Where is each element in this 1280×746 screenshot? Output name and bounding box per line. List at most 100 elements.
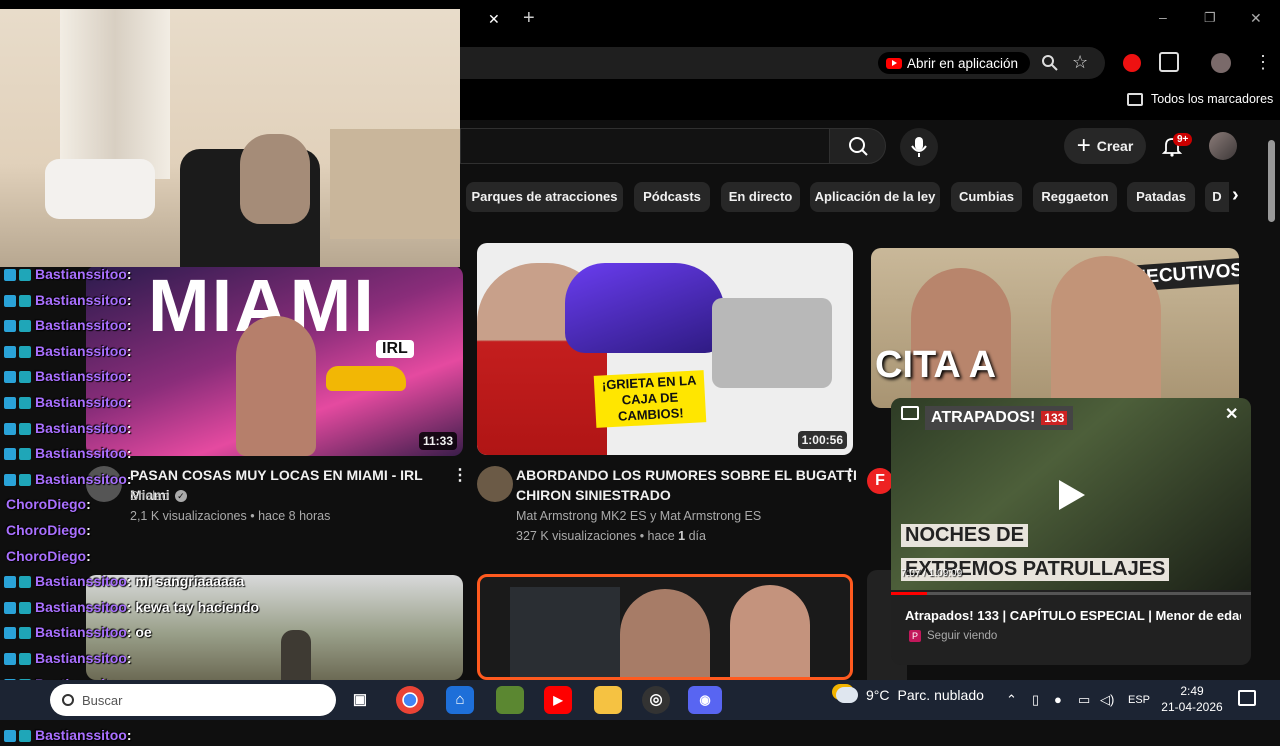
view-count: 327 K visualizaciones <box>516 529 637 543</box>
cloud-sun-icon <box>836 687 858 703</box>
bookmark-star-icon[interactable]: ☆ <box>1072 52 1088 73</box>
video-thumbnail-bugatti[interactable]: ¡GRIETA EN LA CAJA DE CAMBIOS! 1:00:56 <box>477 243 853 455</box>
all-bookmarks-button[interactable]: Todos los marcadores <box>1127 92 1273 106</box>
video-title-line2[interactable]: CHIRON SINIESTRADO <box>516 485 836 505</box>
search-button[interactable] <box>829 128 886 164</box>
account-avatar[interactable] <box>1209 132 1237 160</box>
profile-avatar[interactable] <box>1211 53 1231 73</box>
new-tab-button[interactable]: + <box>523 7 535 30</box>
clock[interactable]: 2:49 21-04-2026 <box>1160 683 1224 715</box>
notification-count-badge: 9+ <box>1173 133 1193 146</box>
chip-patadas[interactable]: Patadas <box>1127 182 1195 212</box>
chat-badge-icon <box>19 602 31 615</box>
chat-text: : <box>126 445 132 461</box>
language-indicator[interactable]: ESP <box>1128 690 1150 710</box>
tray-network-icon[interactable]: ▭ <box>1078 690 1090 710</box>
chat-username: Bastianssitoo <box>35 394 127 410</box>
browser-menu-icon[interactable]: ⋮ <box>1254 52 1272 72</box>
chip-parques[interactable]: Parques de atracciones <box>466 182 623 212</box>
tray-chevron-icon[interactable]: ⌃ <box>1006 690 1017 710</box>
chip-cumbias[interactable]: Cumbias <box>951 182 1022 212</box>
miniplayer-video[interactable]: ATRAPADOS! 133 ✕ NOCHES DE EXTREMOS PATR… <box>891 398 1251 590</box>
purple-car <box>565 263 725 353</box>
expand-icon[interactable] <box>901 406 919 420</box>
window-close-button[interactable]: ✕ <box>1250 10 1262 27</box>
chips-next-arrow-icon[interactable]: › <box>1232 184 1239 207</box>
voice-search-button[interactable] <box>900 128 938 166</box>
chat-message: Bastianssitoo: oe <box>4 621 152 643</box>
irl-badge: IRL <box>376 340 414 358</box>
file-explorer-icon[interactable] <box>594 686 622 714</box>
extension-red-icon[interactable] <box>1123 54 1141 72</box>
channel-avatar-ejecutivos[interactable]: F <box>867 468 893 494</box>
minimize-button[interactable]: – <box>1159 9 1167 25</box>
tray-mic-icon[interactable]: ● <box>1054 690 1062 710</box>
chip-en-directo[interactable]: En directo <box>721 182 800 212</box>
curtain <box>60 9 170 179</box>
chat-text: : <box>126 471 132 487</box>
plus-icon: + <box>1076 132 1091 159</box>
discord-icon[interactable]: ◉ <box>688 686 722 714</box>
chip-aplicacion-ley[interactable]: Aplicación de la ley <box>810 182 940 212</box>
channel-name[interactable]: Shelao <box>130 487 169 505</box>
man-left <box>911 268 1011 408</box>
thumbnail-mid-text: CITA A <box>875 344 997 386</box>
youtube-app-icon[interactable]: ▶ <box>544 686 572 714</box>
tray-volume-icon[interactable]: ◁) <box>1100 690 1114 710</box>
video-menu-icon[interactable]: ⋮ <box>842 467 858 485</box>
continue-watching-row[interactable]: P Seguir viendo <box>909 630 997 642</box>
chat-username: Bastianssitoo <box>35 266 127 282</box>
channel-name[interactable]: Mat Armstrong MK2 ES y Mat Armstrong ES <box>516 507 761 525</box>
channel-avatar-mat[interactable] <box>477 466 513 502</box>
pillow <box>45 159 155 219</box>
chat-username: Bastianssitoo <box>35 368 127 384</box>
miniplayer-close-button[interactable]: ✕ <box>1225 404 1238 424</box>
video-thumbnail-ejecutivos[interactable]: EJECUTIVOS CITA A <box>871 248 1239 408</box>
miniplayer-progress-track[interactable] <box>891 592 1251 595</box>
restore-button[interactable]: ❐ <box>1204 10 1216 26</box>
tray-battery-icon[interactable]: ▯ <box>1032 690 1039 710</box>
channel-name-row[interactable]: Shelao ✓ <box>130 487 187 505</box>
chat-username: Bastianssitoo <box>35 650 127 666</box>
chat-text: : <box>126 317 132 333</box>
chat-username: Bastianssitoo <box>35 599 127 615</box>
create-button[interactable]: + Crear <box>1064 128 1146 164</box>
play-icon[interactable] <box>1059 480 1085 510</box>
chat-badge-icon <box>19 295 31 308</box>
extensions-puzzle-icon[interactable] <box>1159 52 1179 72</box>
minecraft-icon[interactable] <box>496 686 524 714</box>
chip-d[interactable]: D <box>1205 182 1229 212</box>
weather-temp: 9°C <box>866 687 890 703</box>
tab-close-button[interactable]: ✕ <box>488 11 500 28</box>
open-in-app-button[interactable]: Abrir en aplicación <box>878 52 1030 74</box>
notification-center-icon[interactable] <box>1238 690 1256 706</box>
miniplayer-title[interactable]: Atrapados! 133 | CAPÍTULO ESPECIAL | Men… <box>905 608 1241 623</box>
search-input[interactable] <box>460 128 830 164</box>
continue-label: Seguir viendo <box>927 630 998 642</box>
chat-badge-icon <box>19 320 31 333</box>
video-menu-icon[interactable]: ⋮ <box>452 467 468 485</box>
task-view-icon[interactable]: ▣ <box>346 686 374 714</box>
chip-podcasts[interactable]: Pódcasts <box>634 182 710 212</box>
chat-text: : <box>126 727 132 743</box>
clock-date: 21-04-2026 <box>1161 700 1223 714</box>
obs-icon[interactable]: ◎ <box>642 686 670 714</box>
chat-username: Bastianssitoo <box>35 445 127 461</box>
page-scrollbar[interactable] <box>1268 140 1275 222</box>
chrome-icon[interactable] <box>396 686 424 714</box>
chat-message: ChoroDiego: <box>6 545 91 567</box>
chip-reggaeton[interactable]: Reggaeton <box>1033 182 1117 212</box>
video-thumbnail-miami[interactable]: MIAMI IRL 11:33 <box>86 266 463 456</box>
chat-username: Bastianssitoo <box>35 727 127 743</box>
chat-text: : <box>126 368 132 384</box>
chat-badge-icon <box>4 602 16 615</box>
store-icon[interactable]: ⌂ <box>446 686 474 714</box>
chat-username: Bastianssitoo <box>35 420 127 436</box>
weather-widget[interactable]: 9°C Parc. nublado <box>836 687 984 703</box>
miniplayer[interactable]: ATRAPADOS! 133 ✕ NOCHES DE EXTREMOS PATR… <box>891 398 1251 665</box>
folder-icon <box>1127 92 1143 106</box>
taskbar-search-box[interactable]: Buscar <box>50 684 336 716</box>
zoom-icon[interactable] <box>1041 54 1059 72</box>
video-thumbnail-podcast[interactable] <box>477 574 853 680</box>
video-title-line1[interactable]: ABORDANDO LOS RUMORES SOBRE EL BUGATTI <box>516 465 857 485</box>
